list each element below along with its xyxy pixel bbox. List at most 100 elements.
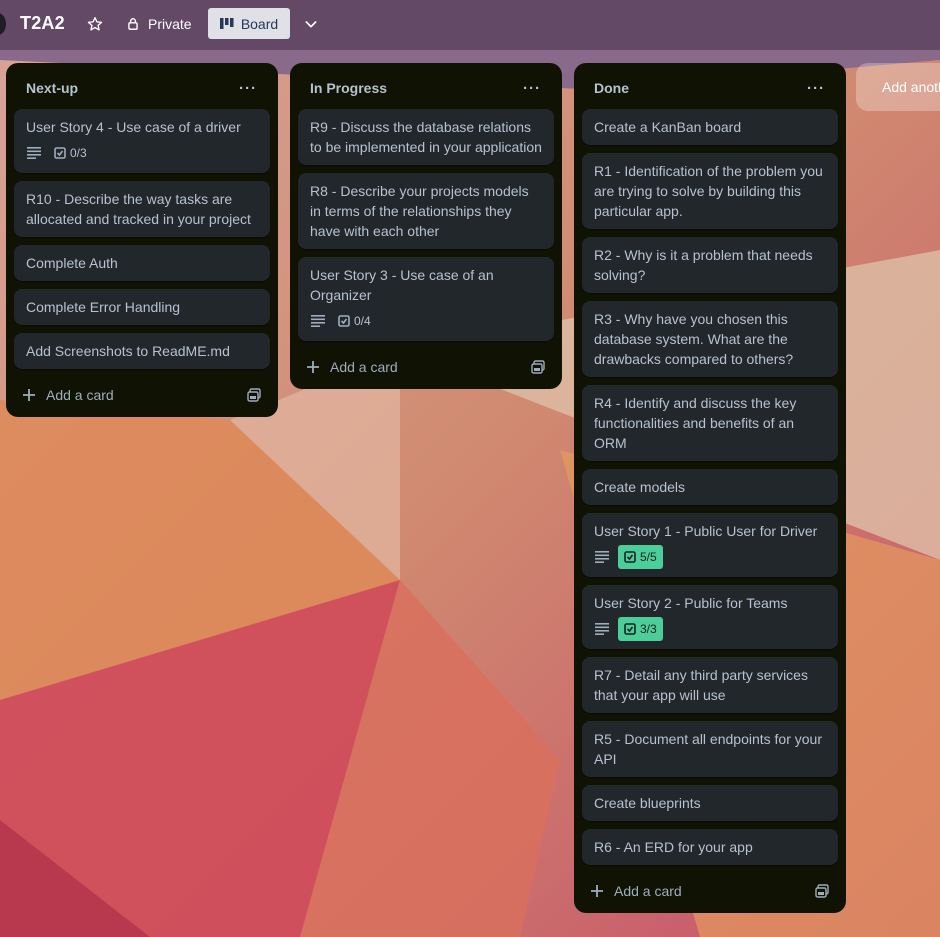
card-title: User Story 2 - Public for Teams — [594, 595, 788, 611]
card-title: R2 - Why is it a problem that needs solv… — [594, 247, 813, 283]
view-switcher-button[interactable] — [298, 11, 324, 37]
list-in-progress: In Progress ··· R9 - Discuss the databas… — [290, 63, 562, 389]
card-title: R9 - Discuss the database relations to b… — [310, 119, 542, 155]
card[interactable]: User Story 2 - Public for Teams 3/3 — [582, 585, 838, 649]
add-card-label: Add a card — [614, 883, 682, 899]
list-header: In Progress ··· — [298, 63, 554, 109]
card[interactable]: R10 - Describe the way tasks are allocat… — [14, 181, 270, 237]
checklist-badge: 0/4 — [334, 309, 375, 333]
card[interactable]: Complete Error Handling — [14, 289, 270, 325]
add-card-button[interactable]: Add a card — [306, 359, 398, 375]
card[interactable]: R7 - Detail any third party services tha… — [582, 657, 838, 713]
checklist-count: 3/3 — [640, 622, 657, 636]
checklist-count: 0/3 — [70, 146, 87, 160]
card[interactable]: User Story 1 - Public User for Driver 5/… — [582, 513, 838, 577]
checklist-badge: 0/3 — [50, 141, 91, 165]
card[interactable]: Create a KanBan board — [582, 109, 838, 145]
card[interactable]: Complete Auth — [14, 245, 270, 281]
more-icon[interactable]: ··· — [234, 74, 262, 102]
add-card-button[interactable]: Add a card — [590, 883, 682, 899]
list-title[interactable]: Next-up — [26, 80, 78, 96]
card[interactable]: User Story 3 - Use case of an Organizer … — [298, 257, 554, 341]
list-footer: Add a card — [14, 373, 270, 417]
template-icon[interactable] — [530, 359, 546, 375]
card-badges: 0/3 — [26, 141, 258, 165]
list-title[interactable]: In Progress — [310, 80, 387, 96]
card-title: User Story 4 - Use case of a driver — [26, 119, 241, 135]
template-icon[interactable] — [246, 387, 262, 403]
card-title: Create a KanBan board — [594, 119, 742, 135]
card-badges: 3/3 — [594, 617, 826, 641]
description-icon — [594, 621, 610, 637]
checklist-count: 5/5 — [640, 550, 657, 564]
more-icon[interactable]: ··· — [802, 74, 830, 102]
card-title: Create blueprints — [594, 795, 701, 811]
card[interactable]: R9 - Discuss the database relations to b… — [298, 109, 554, 165]
card-title: R6 - An ERD for your app — [594, 839, 753, 855]
card-title: R8 - Describe your projects models in te… — [310, 183, 529, 239]
lock-icon — [128, 18, 138, 30]
board-view-label: Board — [240, 15, 279, 32]
card-title: Complete Auth — [26, 255, 118, 271]
visibility-button[interactable]: Private — [120, 9, 198, 39]
card[interactable]: Create models — [582, 469, 838, 505]
checklist-icon — [624, 623, 636, 635]
card[interactable]: R6 - An ERD for your app — [582, 829, 838, 865]
plus-icon — [591, 885, 603, 897]
add-list-label: Add another list — [882, 79, 940, 95]
card[interactable]: R8 - Describe your projects models in te… — [298, 173, 554, 249]
card[interactable]: Create blueprints — [582, 785, 838, 821]
card-title: R5 - Document all endpoints for your API — [594, 731, 822, 767]
add-card-button[interactable]: Add a card — [22, 387, 114, 403]
list-title[interactable]: Done — [594, 80, 629, 96]
description-icon — [594, 549, 610, 565]
more-icon[interactable]: ··· — [518, 74, 546, 102]
card[interactable]: R1 - Identification of the problem you a… — [582, 153, 838, 229]
card-badges: 5/5 — [594, 545, 826, 569]
card-title: R3 - Why have you chosen this database s… — [594, 311, 794, 367]
list-footer: Add a card — [582, 869, 838, 913]
list-next-up: Next-up ··· User Story 4 - Use case of a… — [6, 63, 278, 417]
chevron-down-icon — [305, 21, 317, 28]
list-header: Next-up ··· — [14, 63, 270, 109]
add-card-label: Add a card — [330, 359, 398, 375]
checklist-count: 0/4 — [354, 314, 371, 328]
card-title: R10 - Describe the way tasks are allocat… — [26, 191, 251, 227]
card[interactable]: R5 - Document all endpoints for your API — [582, 721, 838, 777]
card-title: Create models — [594, 479, 686, 495]
card-title: R1 - Identification of the problem you a… — [594, 163, 823, 219]
star-button[interactable] — [82, 11, 108, 37]
description-icon — [310, 313, 326, 329]
add-list-button[interactable]: Add another list — [856, 63, 940, 111]
workspace-avatar[interactable] — [0, 13, 6, 35]
checklist-icon — [624, 551, 636, 563]
template-icon[interactable] — [814, 883, 830, 899]
checklist-badge: 3/3 — [618, 617, 663, 641]
card[interactable]: User Story 4 - Use case of a driver 0/3 — [14, 109, 270, 173]
card[interactable]: Add Screenshots to ReadME.md — [14, 333, 270, 369]
checklist-icon — [338, 315, 350, 327]
card[interactable]: R4 - Identify and discuss the key functi… — [582, 385, 838, 461]
card-badges: 0/4 — [310, 309, 542, 333]
plus-icon — [23, 389, 35, 401]
card-title: R7 - Detail any third party services tha… — [594, 667, 808, 703]
plus-icon — [307, 361, 319, 373]
board-view-button[interactable]: Board — [208, 8, 290, 39]
board-header: T2A2 Private Board — [0, 0, 940, 50]
card[interactable]: R3 - Why have you chosen this database s… — [582, 301, 838, 377]
card-title: Complete Error Handling — [26, 299, 181, 315]
visibility-label: Private — [148, 16, 192, 32]
board-title[interactable]: T2A2 — [20, 13, 65, 34]
star-icon — [87, 17, 103, 31]
card-title: Add Screenshots to ReadME.md — [26, 343, 230, 359]
list-header: Done ··· — [582, 63, 838, 109]
description-icon — [26, 145, 42, 161]
add-card-label: Add a card — [46, 387, 114, 403]
card[interactable]: R2 - Why is it a problem that needs solv… — [582, 237, 838, 293]
list-footer: Add a card — [298, 345, 554, 389]
card-title: User Story 3 - Use case of an Organizer — [310, 267, 494, 303]
card-title: R4 - Identify and discuss the key functi… — [594, 395, 797, 451]
list-done: Done ··· Create a KanBan board R1 - Iden… — [574, 63, 846, 913]
card-title: User Story 1 - Public User for Driver — [594, 523, 818, 539]
checklist-icon — [54, 147, 66, 159]
